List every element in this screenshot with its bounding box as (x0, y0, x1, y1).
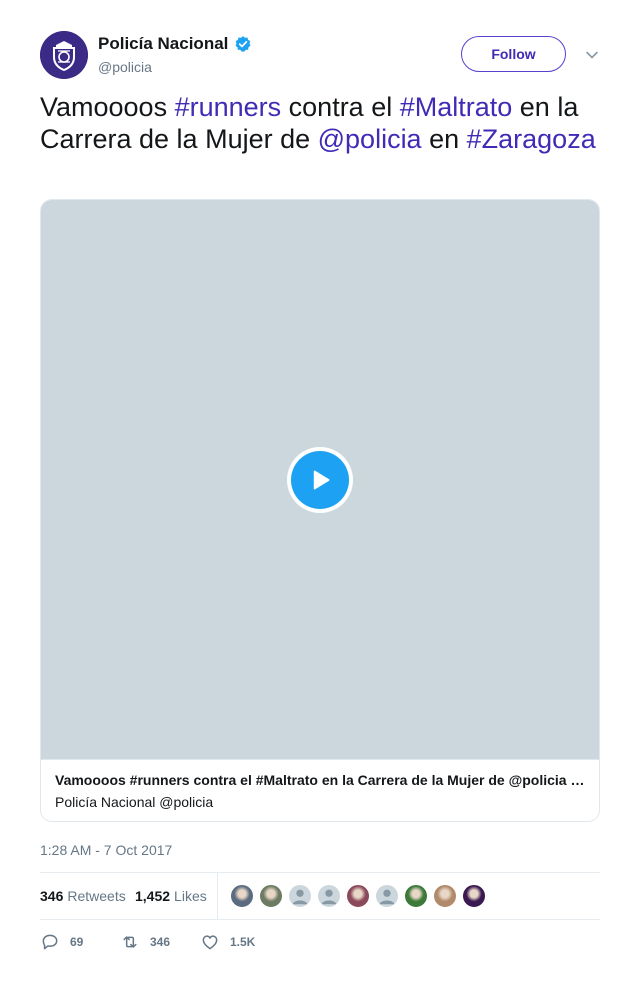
retweet-icon (123, 936, 137, 948)
card-byline: Policía Nacional @policia (55, 794, 214, 810)
tweet-actions: 69 346 1.5K (40, 930, 600, 954)
liker-avatar[interactable] (346, 884, 370, 908)
liker-avatar[interactable] (288, 884, 312, 908)
card-title: Vamoooos #runners contra el #Maltrato en… (55, 772, 587, 788)
video-card[interactable]: Vamoooos #runners contra el #Maltrato en… (40, 199, 600, 822)
avatar[interactable] (40, 31, 88, 79)
likes-label: Likes (174, 888, 207, 904)
hashtag-runners-link[interactable]: #runners (175, 92, 282, 122)
reply-action[interactable]: 69 (40, 930, 83, 954)
liker-avatar[interactable] (317, 884, 341, 908)
heart-icon (202, 935, 218, 950)
hashtag-zaragoza-link[interactable]: #Zaragoza (467, 124, 596, 154)
likes-count: 1,452 (135, 888, 171, 904)
retweet-count: 346 (150, 935, 171, 949)
like-action[interactable]: 1.5K (200, 930, 255, 954)
tweet-text: Vamoooos #runners contra el #Maltrato en… (40, 91, 605, 155)
liker-avatar[interactable] (404, 884, 428, 908)
verified-badge-icon (234, 35, 252, 53)
play-button[interactable] (287, 447, 353, 513)
tweet-text-segment: contra el (281, 92, 400, 122)
tweet-timestamp[interactable]: 1:28 AM - 7 Oct 2017 (40, 842, 172, 858)
liker-avatar[interactable] (433, 884, 457, 908)
handle[interactable]: @policia (98, 59, 152, 75)
police-crest-icon (40, 31, 88, 79)
liker-avatar[interactable] (259, 884, 283, 908)
reply-count: 69 (70, 935, 84, 949)
liker-avatar[interactable] (462, 884, 486, 908)
liker-avatar[interactable] (230, 884, 254, 908)
video-player[interactable] (41, 200, 599, 759)
display-name[interactable]: Policía Nacional (98, 34, 228, 54)
tweet-stats: 346 Retweets 1,452 Likes (40, 872, 600, 920)
retweets-label: Retweets (67, 888, 126, 904)
hashtag-maltrato-link[interactable]: #Maltrato (400, 92, 513, 122)
name-row: Policía Nacional (98, 34, 252, 54)
play-icon (291, 451, 349, 509)
likes-stat[interactable]: 1,452 Likes (135, 888, 207, 904)
liker-avatar[interactable] (375, 884, 399, 908)
tweet-text-segment: Vamoooos (40, 92, 175, 122)
chevron-down-icon[interactable] (585, 48, 599, 62)
retweet-action[interactable]: 346 (120, 930, 170, 954)
retweets-stat[interactable]: 346 Retweets (40, 888, 126, 904)
stats-divider (217, 873, 218, 919)
tweet-header: Policía Nacional @policia Follow (40, 31, 600, 79)
liker-avatars (230, 884, 491, 908)
retweets-count: 346 (40, 888, 64, 904)
like-count: 1.5K (230, 935, 256, 949)
follow-button[interactable]: Follow (461, 36, 566, 72)
reply-icon (42, 934, 58, 950)
tweet-text-segment: en (421, 124, 467, 154)
card-meta[interactable]: Vamoooos #runners contra el #Maltrato en… (41, 759, 599, 821)
mention-policia-link[interactable]: @policia (318, 124, 422, 154)
